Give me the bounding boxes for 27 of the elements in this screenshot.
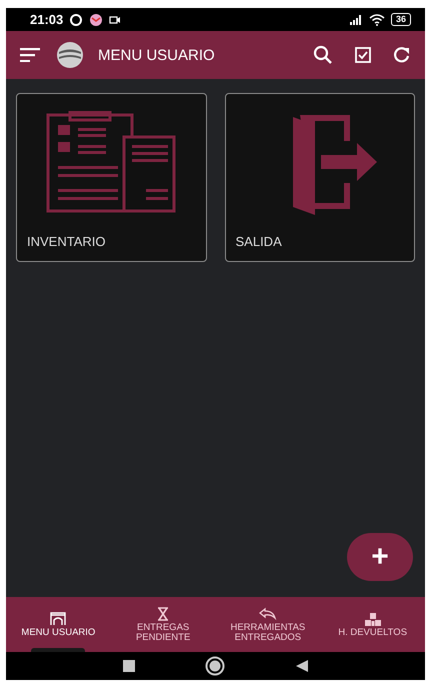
mail-icon — [89, 14, 104, 26]
video-icon — [109, 14, 122, 24]
search-icon[interactable] — [313, 45, 333, 65]
boxes-icon — [364, 612, 381, 626]
return-arrow-icon — [258, 606, 277, 621]
checklist-documents-icon — [46, 111, 176, 215]
back-icon[interactable] — [294, 659, 308, 673]
signal-icon — [348, 14, 363, 24]
recent-apps-icon[interactable] — [122, 660, 134, 672]
hourglass-icon — [157, 606, 170, 621]
nav-tab[interactable]: MENU USUARIO — [6, 597, 111, 652]
clock: 21:03 — [30, 12, 64, 27]
arch-icon — [50, 612, 66, 626]
menu-tile[interactable]: SALIDA — [224, 93, 415, 262]
add-button[interactable]: + — [347, 533, 413, 581]
globe-logo-icon — [56, 41, 84, 69]
checkbox-icon[interactable] — [355, 47, 371, 63]
home-icon[interactable] — [204, 656, 224, 676]
wifi-icon — [368, 14, 385, 26]
menu-icon[interactable] — [20, 48, 40, 62]
nav-tab[interactable]: ENTREGAS PENDIENTE — [110, 597, 216, 652]
app-title: MENU USUARIO — [98, 46, 215, 64]
refresh-icon[interactable] — [393, 46, 411, 64]
menu-tile[interactable]: INVENTARIO — [16, 93, 206, 262]
battery-level: 36 — [390, 13, 411, 26]
nav-tab[interactable]: H. DEVUELTOS — [320, 597, 425, 652]
nav-tab[interactable]: HERRAMIENTAS ENTREGADOS — [216, 597, 320, 652]
